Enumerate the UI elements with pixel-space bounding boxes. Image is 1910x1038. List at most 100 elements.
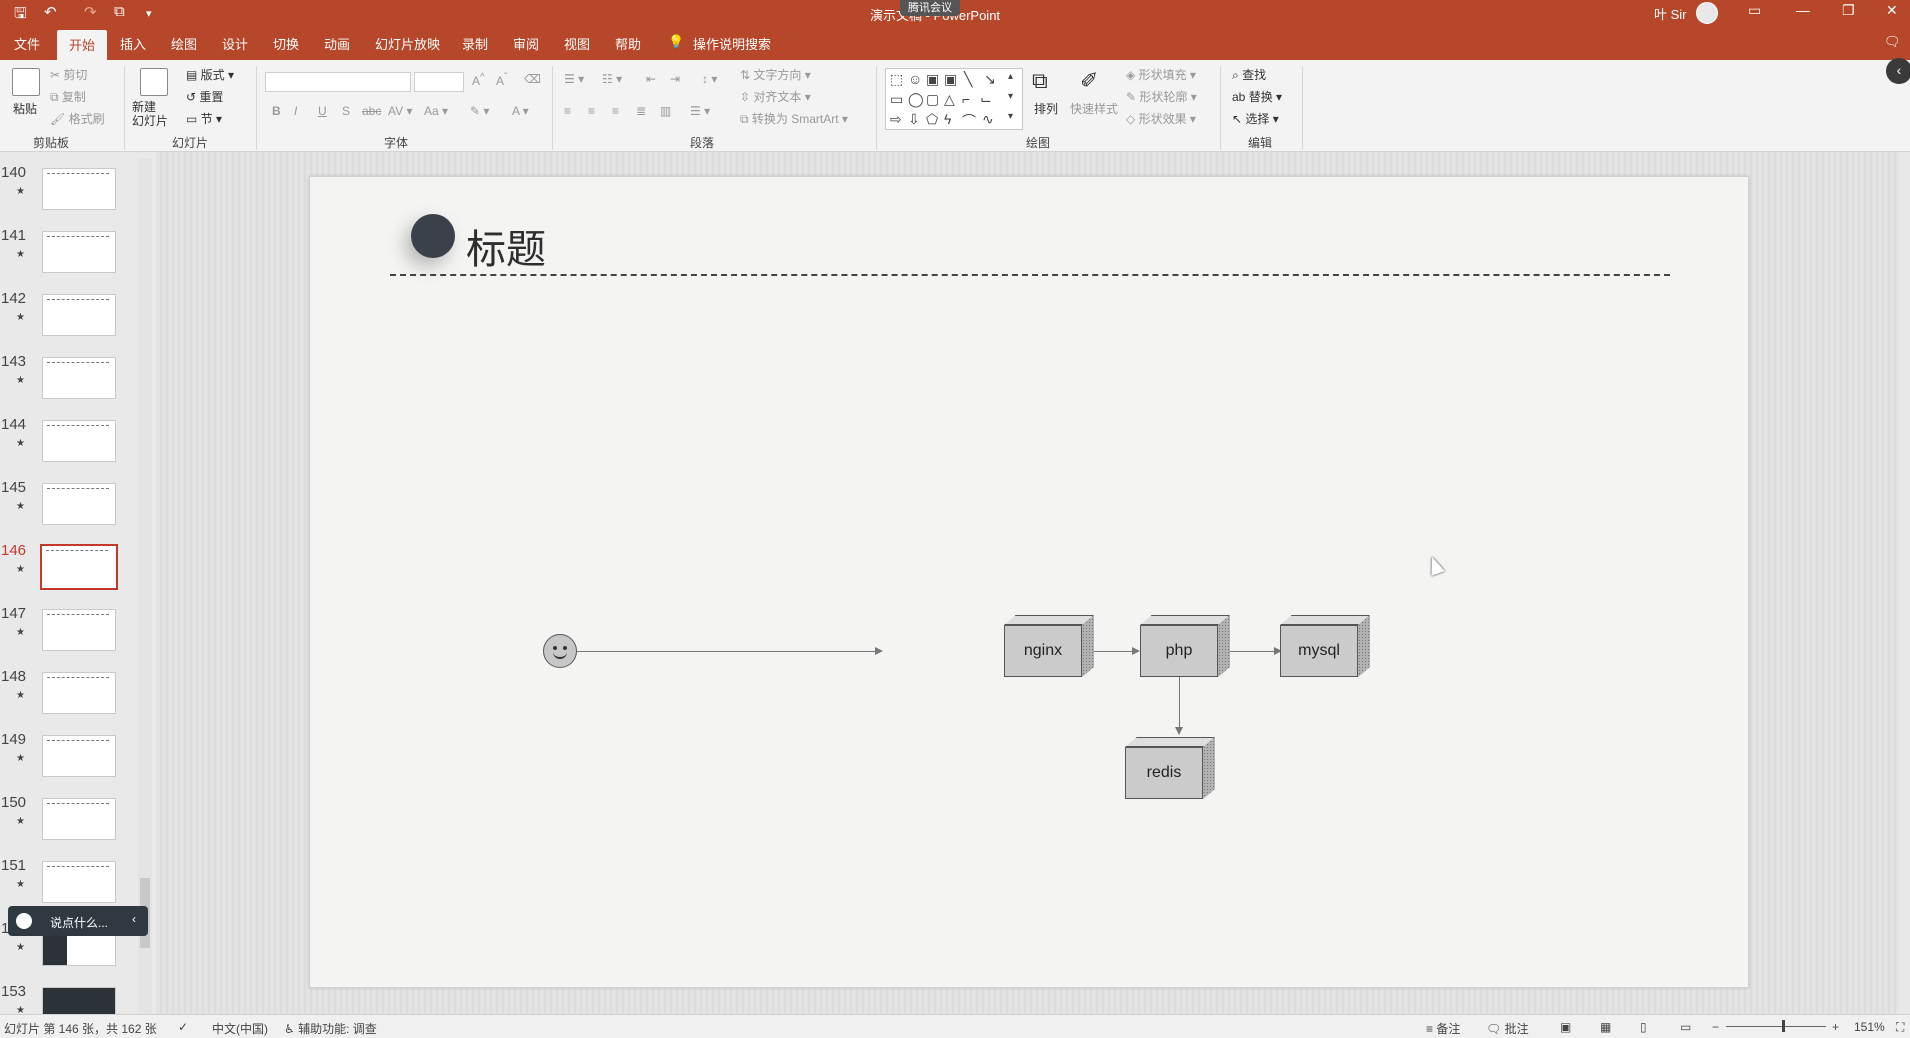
shape-textbox-icon[interactable]: ▣ — [926, 71, 939, 88]
format-painter-button[interactable]: 🖌 格式刷 — [50, 110, 105, 127]
shape-down-arrow-icon[interactable]: ⇩ — [908, 111, 920, 128]
shape-oval-icon[interactable]: ◯ — [908, 91, 924, 108]
user-name[interactable]: 叶 Sir — [1654, 4, 1687, 23]
slide[interactable]: 标题 nginx php mysql redis — [309, 176, 1749, 988]
tab-design[interactable]: 设计 — [222, 34, 248, 53]
comments-icon[interactable]: 🗨 — [1884, 34, 1901, 50]
shadow-icon[interactable]: S — [342, 104, 350, 118]
lightbulb-icon[interactable]: 💡 — [668, 34, 684, 50]
thumbnail-image[interactable] — [42, 231, 116, 273]
node-nginx[interactable]: nginx — [1004, 615, 1094, 677]
strikethrough-icon[interactable]: abc — [362, 104, 381, 118]
thumbnail-image[interactable] — [42, 483, 116, 525]
font-color-icon[interactable]: A ▾ — [512, 104, 529, 118]
thumbnail-item-selected[interactable]: 146 ★ — [0, 526, 140, 590]
spellcheck-icon[interactable]: ✓ — [178, 1020, 188, 1034]
highlight-icon[interactable]: ✎ ▾ — [470, 104, 489, 118]
avatar[interactable] — [1696, 2, 1718, 24]
thumbnail-image[interactable] — [42, 861, 116, 903]
section-button[interactable]: ▭ 节 ▾ — [186, 110, 222, 127]
node-mysql[interactable]: mysql — [1280, 615, 1370, 677]
thumbnail-image[interactable] — [42, 735, 116, 777]
shape-arrow-line-icon[interactable]: ↘ — [984, 71, 996, 88]
collapse-icon[interactable]: ‹ — [1886, 58, 1910, 84]
thumbnail-image[interactable] — [42, 420, 116, 462]
shape-lightning-icon[interactable]: ϟ — [944, 111, 951, 127]
thumbnail-item[interactable]: 145 ★ — [0, 463, 140, 525]
quick-styles-icon[interactable]: ✐ — [1080, 68, 1108, 96]
gallery-up-icon[interactable]: ▴ — [1008, 71, 1013, 82]
shape-effects-button[interactable]: ◇ 形状效果 ▾ — [1126, 110, 1196, 127]
canvas-scrollbar[interactable] — [1898, 152, 1910, 1014]
tab-insert[interactable]: 插入 — [120, 34, 146, 53]
thumbnail-item[interactable]: 147 ★ — [0, 589, 140, 651]
thumbnail-panel[interactable]: 140 ★ 141 ★ 142 ★ 143 ★ 144 ★ 145 ★ 146 … — [0, 152, 156, 1014]
node-redis[interactable]: redis — [1125, 737, 1215, 799]
customize-qat-icon[interactable]: ▾ — [146, 7, 152, 20]
underline-icon[interactable]: U — [318, 104, 327, 118]
chat-placeholder[interactable]: 说点什么... — [50, 914, 108, 931]
replace-button[interactable]: ab 替换 ▾ — [1232, 88, 1282, 105]
meeting-badge[interactable]: 腾讯会议 — [900, 0, 960, 16]
shape-fill-button[interactable]: ◈ 形状填充 ▾ — [1126, 66, 1196, 83]
shape-elbow-icon[interactable]: ⌐ — [962, 91, 970, 107]
clear-format-icon[interactable]: ⌫ — [524, 72, 541, 86]
bold-icon[interactable]: B — [272, 104, 281, 118]
thumbnail-image[interactable] — [42, 357, 116, 399]
text-direction-button[interactable]: ⇅ 文字方向 ▾ — [740, 66, 811, 83]
decrease-indent-icon[interactable]: ⇤ — [646, 72, 656, 86]
thumbnail-image[interactable] — [40, 544, 118, 590]
close-icon[interactable]: ✕ — [1886, 2, 1898, 19]
tab-review[interactable]: 审阅 — [513, 34, 539, 53]
gallery-more-icon[interactable]: ▾ — [1008, 111, 1013, 122]
increase-indent-icon[interactable]: ⇥ — [670, 72, 680, 86]
thumbnail-item[interactable]: 151 ★ — [0, 841, 140, 903]
redo-icon[interactable]: ↷ — [84, 3, 97, 21]
align-left-icon[interactable]: ≡ — [564, 104, 571, 118]
zoom-in-icon[interactable]: + — [1832, 1020, 1839, 1034]
thumbnail-item[interactable]: 144 ★ — [0, 400, 140, 462]
thumbnail-item[interactable]: 140 ★ — [0, 152, 140, 210]
zoom-slider-knob[interactable] — [1782, 1020, 1785, 1032]
new-slide-icon[interactable] — [140, 68, 168, 96]
thumbnail-item[interactable]: 148 ★ — [0, 652, 140, 714]
arrange-button[interactable]: 排列 — [1034, 100, 1058, 117]
shape-pentagon-icon[interactable]: ⬠ — [926, 111, 938, 128]
font-shrink-icon[interactable]: Aˇ — [496, 72, 507, 88]
reading-view-icon[interactable]: ▯ — [1640, 1020, 1647, 1034]
connector-nginx-php[interactable] — [1094, 651, 1134, 652]
slideshow-view-icon[interactable]: ▭ — [1680, 1020, 1691, 1034]
connector-php-mysql[interactable] — [1230, 651, 1276, 652]
shape-rounded-rect-icon[interactable]: ▢ — [926, 91, 939, 108]
normal-view-icon[interactable]: ▣ — [1560, 1020, 1571, 1034]
font-name-input[interactable] — [265, 72, 411, 92]
shape-elbow-arrow-icon[interactable]: ⌙ — [980, 91, 992, 108]
new-slide-button[interactable]: 新建 幻灯片 — [132, 100, 168, 128]
cut-button[interactable]: ✂ 剪切 — [50, 66, 87, 83]
tab-draw[interactable]: 绘图 — [171, 34, 197, 53]
language-indicator[interactable]: 中文(中国) — [212, 1020, 268, 1037]
find-button[interactable]: ⌕ 查找 — [1232, 66, 1266, 83]
quick-styles-button[interactable]: 快速样式 — [1070, 100, 1118, 117]
tab-help[interactable]: 帮助 — [615, 34, 641, 53]
font-grow-icon[interactable]: A^ — [472, 72, 485, 88]
user-smiley-icon[interactable] — [543, 634, 577, 668]
thumbnail-item[interactable]: 153 ★ — [0, 967, 140, 1014]
thumbnail-scrollbar[interactable] — [138, 158, 152, 1014]
columns-icon[interactable]: ☰ ▾ — [690, 104, 710, 118]
convert-smartart-button[interactable]: ⧉ 转换为 SmartArt ▾ — [740, 110, 848, 127]
shape-right-arrow-icon[interactable]: ⇨ — [890, 111, 902, 128]
shape-arc-icon[interactable]: ⌒ — [962, 111, 976, 131]
char-spacing-icon[interactable]: AV ▾ — [388, 104, 412, 118]
thumbnail-item[interactable]: 142 ★ — [0, 274, 140, 336]
shape-outline-button[interactable]: ✎ 形状轮廓 ▾ — [1126, 88, 1197, 105]
paste-icon[interactable] — [12, 68, 40, 96]
tab-animations[interactable]: 动画 — [324, 34, 350, 53]
zoom-slider[interactable] — [1726, 1020, 1826, 1032]
maximize-icon[interactable]: ❐ — [1842, 2, 1855, 19]
bullets-icon[interactable]: ☰ ▾ — [564, 72, 584, 86]
select-button[interactable]: ↖ 选择 ▾ — [1232, 110, 1279, 127]
minimize-icon[interactable]: — — [1796, 2, 1810, 18]
slide-title[interactable]: 标题 — [466, 217, 546, 275]
shape-curve-icon[interactable]: ∿ — [982, 111, 994, 128]
